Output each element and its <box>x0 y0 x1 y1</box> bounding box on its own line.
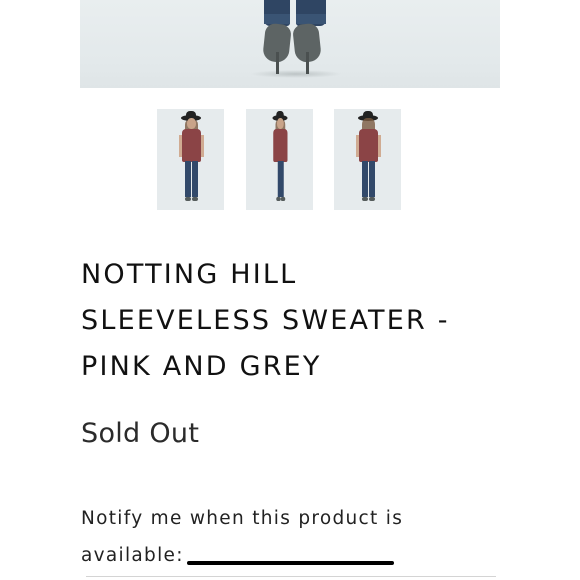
left-heel <box>276 52 279 74</box>
product-title-line-2: SLEEVELESS SWEATER - <box>81 305 450 336</box>
thumbnail-front[interactable] <box>157 109 224 210</box>
thumbnail-gallery <box>0 109 580 210</box>
notify-form: Notify me when this product is available… <box>81 500 501 574</box>
model-figure <box>268 109 291 210</box>
right-heel <box>306 52 309 74</box>
product-title-line-3: PINK AND GREY <box>81 351 322 382</box>
product-page: NOTTING HILL SLEEVELESS SWEATER - PINK A… <box>0 0 580 580</box>
availability-status: Sold Out <box>81 418 200 449</box>
main-product-image[interactable] <box>80 0 500 88</box>
notify-email-input[interactable] <box>187 561 394 565</box>
divider <box>86 576 496 577</box>
product-title-line-1: NOTTING HILL <box>81 259 298 290</box>
notify-label-line-2: available: <box>81 545 184 566</box>
notify-label-line-1: Notify me when this product is <box>81 508 404 529</box>
product-title: NOTTING HILL SLEEVELESS SWEATER - PINK A… <box>81 252 521 390</box>
model-figure <box>353 109 383 210</box>
thumbnail-back[interactable] <box>334 109 401 210</box>
jeans-left-cuff <box>264 14 290 24</box>
thumbnail-side[interactable] <box>246 109 313 210</box>
jeans-right-cuff <box>296 14 326 24</box>
floor-shadow <box>250 70 342 78</box>
model-figure <box>176 109 206 210</box>
